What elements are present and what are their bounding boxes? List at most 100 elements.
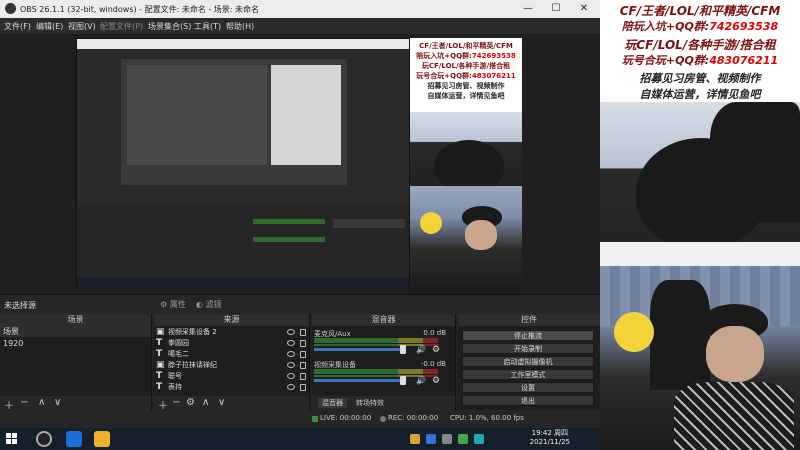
visibility-eye-icon[interactable] (287, 373, 295, 379)
properties-label: 属性 (169, 300, 186, 309)
tray-icon[interactable] (474, 434, 484, 444)
preview-overlay-card: CF/王者/LOL/和平精英/CFM 陪玩入坑+QQ群:742693538 玩C… (410, 38, 522, 112)
stream-panel: CF/王者/LOL/和平精英/CFM 陪玩入坑+QQ群:742693538 玩C… (600, 0, 800, 450)
lock-icon[interactable] (300, 340, 306, 347)
source-item[interactable]: ▣ 视频采集设备 2 (154, 327, 309, 338)
menu-profile[interactable]: 配置文件(P) (100, 21, 143, 32)
scenes-list-header: 场景 (0, 326, 151, 337)
source-item[interactable]: T 表持 (154, 382, 309, 393)
scene-item[interactable]: 1920 (0, 338, 151, 349)
controls-dock: 控件 停止推流 开始录制 启动虚拟摄像机 工作室模式 设置 退出 (458, 314, 600, 410)
tab-mixer[interactable]: 混音器 (318, 398, 347, 408)
tray-icon[interactable] (410, 434, 420, 444)
remove-source-button[interactable]: − (172, 397, 180, 408)
lock-icon[interactable] (300, 329, 306, 336)
nested-title-bar (77, 39, 409, 49)
properties-button[interactable]: ⚙ 属性 (160, 299, 186, 310)
clock-time: 19:42 周四 (531, 429, 569, 437)
lock-icon[interactable] (300, 373, 306, 380)
tray-icon[interactable] (458, 434, 468, 444)
windows-taskbar: 19:42 周四 2021/11/25 (0, 428, 600, 450)
video-capture-icon: ▣ (156, 327, 165, 337)
source-item[interactable]: T 拳圆园 (154, 338, 309, 349)
overlay-line4-num: 483076211 (709, 54, 779, 67)
studio-mode-button[interactable]: 工作室模式 (462, 369, 594, 380)
speaker-icon[interactable]: 🔊 (416, 376, 426, 385)
source-item[interactable]: T 噶毛二 (154, 349, 309, 360)
source-item[interactable]: ▣ 脖子拉抹请禅纪 (154, 360, 309, 371)
lock-icon[interactable] (300, 384, 306, 391)
preview-overlay-line1: CF/王者/LOL/和平精英/CFM (419, 42, 513, 50)
scenes-dock-title: 场景 (0, 314, 151, 326)
speaker-icon[interactable]: 🔊 (416, 345, 426, 354)
preview-overlay-line6: 自媒体运营，详情见鱼吧 (427, 92, 505, 100)
visibility-eye-icon[interactable] (287, 384, 295, 390)
volume-slider-handle[interactable] (400, 376, 406, 385)
move-down-icon[interactable]: ∨ (218, 397, 225, 408)
channel-db: 0.0 dB (423, 329, 446, 337)
source-name: 拳圆园 (168, 339, 189, 347)
taskbar-clock[interactable]: 19:42 周四 2021/11/25 (530, 429, 570, 447)
windows-start-icon[interactable] (6, 433, 18, 445)
scenes-footer: ＋ − ∧ ∨ (0, 396, 151, 412)
remove-scene-button[interactable]: − (20, 397, 28, 408)
preview-overlay-line3: 玩CF/LOL/各种手游/搭合租 (421, 62, 511, 70)
stop-streaming-button[interactable]: 停止推流 (462, 330, 594, 341)
obs-logo-icon (5, 3, 16, 14)
volume-slider-handle[interactable] (400, 345, 406, 354)
tab-transitions[interactable]: 转场特效 (356, 398, 384, 408)
menu-edit[interactable]: 编辑(E) (36, 21, 63, 32)
obs-taskbar-icon[interactable] (36, 431, 52, 447)
exit-button[interactable]: 退出 (462, 395, 594, 406)
source-name: 表持 (168, 383, 182, 391)
scenes-dock: 场景 场景 1920 ＋ − ∧ ∨ (0, 314, 152, 412)
visibility-eye-icon[interactable] (287, 351, 295, 357)
visibility-eye-icon[interactable] (287, 362, 295, 368)
filters-button[interactable]: ◐ 滤镜 (196, 299, 222, 310)
volume-slider[interactable] (314, 379, 404, 382)
gear-icon[interactable]: ⚙ (432, 345, 440, 355)
close-button[interactable]: ✕ (570, 2, 598, 16)
visibility-eye-icon[interactable] (287, 329, 295, 335)
move-up-icon[interactable]: ∧ (202, 397, 209, 408)
window-title: OBS 26.1.1 (32-bit, windows) - 配置文件: 未命名… (20, 5, 260, 14)
menu-help[interactable]: 帮助(H) (226, 21, 254, 32)
scenes-list: 场景 1920 (0, 326, 151, 398)
move-up-icon[interactable]: ∧ (38, 397, 45, 408)
mixer-channel: 视频采集设备 -0.0 dB 🔊 ⚙ (314, 360, 446, 386)
menu-tools[interactable]: 工具(T) (194, 21, 221, 32)
level-meter (314, 369, 438, 374)
lock-icon[interactable] (300, 351, 306, 358)
lock-icon[interactable] (300, 362, 306, 369)
app-taskbar-icon[interactable] (94, 431, 110, 447)
browser-taskbar-icon[interactable] (66, 431, 82, 447)
maximize-button[interactable]: ☐ (542, 2, 570, 16)
sources-dock-title: 来源 (154, 314, 309, 326)
controls-body: 停止推流 开始录制 启动虚拟摄像机 工作室模式 设置 退出 (458, 326, 600, 410)
menu-view[interactable]: 视图(V) (68, 21, 96, 32)
nested-capture (76, 38, 410, 289)
gear-icon[interactable]: ⚙ (186, 397, 195, 408)
live-indicator-icon (312, 416, 318, 422)
nested-menu-bar (77, 49, 409, 57)
settings-button[interactable]: 设置 (462, 382, 594, 393)
preview-canvas[interactable]: CF/王者/LOL/和平精英/CFM 陪玩入坑+QQ群:742693538 玩C… (0, 34, 600, 294)
start-recording-button[interactable]: 开始录制 (462, 343, 594, 354)
start-virtual-camera-button[interactable]: 启动虚拟摄像机 (462, 356, 594, 367)
menu-file[interactable]: 文件(F) (4, 21, 31, 32)
menu-scene-collection[interactable]: 场景集合(S) (148, 21, 191, 32)
gear-icon[interactable]: ⚙ (432, 376, 440, 386)
visibility-eye-icon[interactable] (287, 340, 295, 346)
source-item[interactable]: T 聪号 (154, 371, 309, 382)
text-source-icon: T (156, 382, 163, 392)
minimize-button[interactable]: — (514, 2, 542, 16)
tray-icon[interactable] (426, 434, 436, 444)
volume-slider[interactable] (314, 348, 404, 351)
overlay-line4: 玩号合玩+QQ群:483076211 (600, 52, 800, 68)
tray-icon[interactable] (442, 434, 452, 444)
dock-area: 场景 场景 1920 ＋ − ∧ ∨ 来源 ▣ 视频采集设备 2 T 拳圆园 T 噶毛… (0, 314, 600, 412)
move-down-icon[interactable]: ∨ (54, 397, 61, 408)
stream-overlay-card: CF/王者/LOL/和平精英/CFM 陪玩入坑+QQ群:742693538 玩C… (600, 0, 800, 102)
mixer-channel: 麦克风/Aux 0.0 dB 🔊 ⚙ (314, 329, 446, 355)
text-source-icon: T (156, 338, 163, 348)
